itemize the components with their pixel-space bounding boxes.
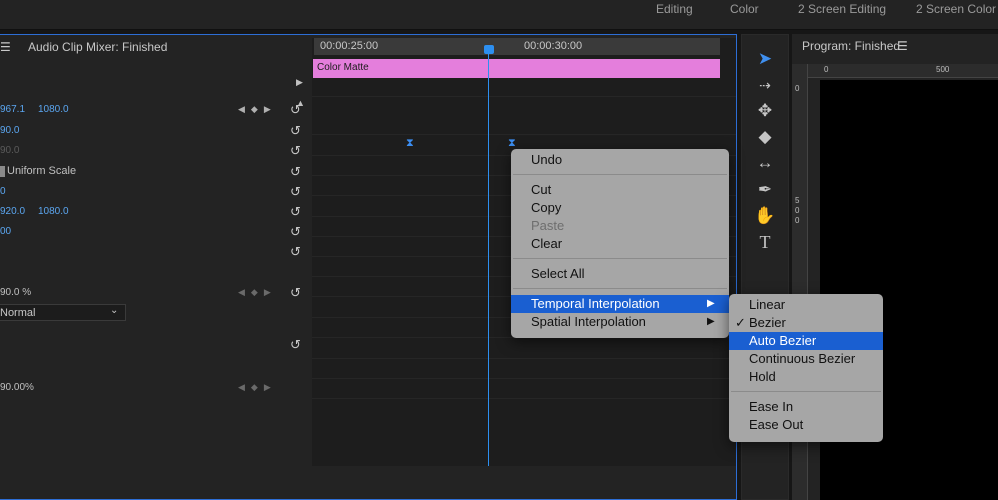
reset-icon[interactable]: ↺ <box>290 204 301 220</box>
uniform-scale-row: Uniform Scale ↺ <box>0 162 311 182</box>
submenu-item-bezier[interactable]: ✓ Bezier <box>729 314 883 332</box>
blend-mode-value: Normal <box>0 307 36 319</box>
speed-value[interactable]: 90.00% <box>0 382 34 393</box>
time-ruler[interactable]: 00:00:25:00 00:00:30:00 <box>314 38 720 55</box>
position-x-value[interactable]: 967.1 <box>0 104 25 115</box>
submenu-item-continuous-bezier[interactable]: Continuous Bezier <box>729 350 883 368</box>
anchor-y-value[interactable]: 1080.0 <box>38 206 69 217</box>
reset-icon[interactable]: ↺ <box>290 285 301 301</box>
submenu-arrow-icon: ▶ <box>707 316 715 327</box>
keyframe-icon[interactable]: ⧗ <box>406 137 414 150</box>
razor-tool-icon[interactable]: ◆ <box>753 127 777 147</box>
uniform-scale-label: Uniform Scale <box>7 165 77 177</box>
blend-mode-select[interactable]: Normal ⌄ <box>0 304 126 321</box>
temporal-interpolation-submenu: Linear ✓ Bezier Auto Bezier Continuous B… <box>729 294 883 442</box>
program-monitor-title[interactable]: Program: Finished <box>802 39 900 53</box>
rotation-row: 0 ↺ <box>0 182 311 202</box>
menu-item-label: Temporal Interpolation <box>531 296 660 311</box>
position-row: 967.1 1080.0 ◀◆▶ ↺ <box>0 100 311 120</box>
track-select-tool-icon[interactable]: ⇢ <box>753 77 777 94</box>
clip-label: Color Matte <box>317 62 369 73</box>
chevron-down-icon: ⌄ <box>110 305 119 316</box>
reset-icon[interactable]: ↺ <box>290 164 301 180</box>
menu-item-label: Spatial Interpolation <box>531 314 646 329</box>
color-matte-clip[interactable]: Color Matte <box>313 59 720 78</box>
time-remap-row: 90.00% ◀◆▶ <box>0 378 311 398</box>
scale-width-value: 90.0 <box>0 145 20 156</box>
keyframe-navigator[interactable]: ◀◆▶ <box>238 287 277 298</box>
submenu-item-ease-in[interactable]: Ease In <box>729 398 883 416</box>
submenu-arrow-icon: ▶ <box>707 298 715 309</box>
submenu-item-linear[interactable]: Linear <box>729 296 883 314</box>
timecode-label: 00:00:30:00 <box>524 40 583 52</box>
menu-item-paste: Paste <box>531 218 565 233</box>
slip-tool-icon[interactable]: ↔ <box>753 153 777 173</box>
panel-title[interactable]: Audio Clip Mixer: Finished <box>28 40 167 54</box>
reset-icon[interactable]: ↺ <box>290 184 301 200</box>
workspace-tab-2-screen-editing[interactable]: 2 Screen Editing <box>798 2 886 16</box>
uniform-scale-checkbox[interactable] <box>0 166 5 177</box>
menu-item-label: Bezier <box>749 315 786 330</box>
reset-icon[interactable]: ↺ <box>290 244 301 260</box>
reset-icon[interactable]: ↺ <box>290 224 301 240</box>
menu-item-select-all[interactable]: Select All <box>511 265 729 283</box>
menu-item-undo[interactable]: Undo <box>511 151 729 169</box>
context-menu: Undo Cut Copy Paste Clear Select All Tem… <box>511 149 729 338</box>
opacity-value[interactable]: 90.0 % <box>0 287 31 298</box>
playhead-handle[interactable] <box>484 45 494 54</box>
reset-icon[interactable]: ↺ <box>290 102 301 118</box>
scale-row: 90.0 ↺ <box>0 121 311 141</box>
menu-item-cut[interactable]: Cut <box>511 181 729 199</box>
selection-tool-icon[interactable]: ➤ <box>753 49 777 69</box>
hand-tool-icon[interactable]: ✋ <box>753 206 777 226</box>
anti-flicker-row: 00 ↺ <box>0 222 311 242</box>
reset-icon[interactable]: ↺ <box>290 123 301 139</box>
menu-item-temporal-interpolation[interactable]: Temporal Interpolation ▶ <box>511 295 729 313</box>
position-y-value[interactable]: 1080.0 <box>38 104 69 115</box>
scale-width-row: 90.0 ↺ <box>0 141 311 161</box>
opacity-row: 90.0 % ◀◆▶ ↺ <box>0 283 311 303</box>
menu-item-spatial-interpolation[interactable]: Spatial Interpolation ▶ <box>511 313 729 331</box>
workspace-tab-2-screen-color[interactable]: 2 Screen Color <box>916 2 996 16</box>
playhead-line[interactable] <box>488 50 489 466</box>
scale-value[interactable]: 90.0 <box>0 125 19 136</box>
menu-item-copy[interactable]: Copy <box>511 199 729 217</box>
crop-row: ↺ <box>0 242 311 262</box>
keyframe-navigator[interactable]: ◀◆▶ <box>238 382 277 393</box>
submenu-item-ease-out[interactable]: Ease Out <box>729 416 883 434</box>
horizontal-ruler: 0 500 <box>808 64 998 78</box>
menu-item-clear[interactable]: Clear <box>511 235 729 253</box>
show-timeline-icon[interactable]: ▶ <box>296 77 303 88</box>
rotation-value[interactable]: 0 <box>0 186 6 197</box>
keyframe-navigator[interactable]: ◀◆▶ <box>238 104 277 115</box>
panel-menu-icon[interactable]: ☰ <box>0 40 11 54</box>
checkmark-icon: ✓ <box>735 315 746 330</box>
panel-menu-icon[interactable]: ☰ <box>897 39 908 53</box>
anchor-point-row: 920.0 1080.0 ↺ <box>0 202 311 222</box>
reset-icon[interactable]: ↺ <box>290 143 301 159</box>
anti-flicker-value[interactable]: 00 <box>0 226 11 237</box>
type-tool-icon[interactable]: T <box>753 232 777 253</box>
ripple-edit-tool-icon[interactable]: ✥ <box>753 101 777 121</box>
timecode-label: 00:00:25:00 <box>320 40 379 52</box>
submenu-item-auto-bezier[interactable]: Auto Bezier <box>729 332 883 350</box>
submenu-item-hold[interactable]: Hold <box>729 368 883 386</box>
reset-icon[interactable]: ↺ <box>290 337 301 353</box>
pen-tool-icon[interactable]: ✒ <box>753 180 777 200</box>
workspace-tab-color[interactable]: Color <box>730 2 759 16</box>
workspace-bar: Editing Color 2 Screen Editing 2 Screen … <box>0 0 998 30</box>
workspace-tab-editing[interactable]: Editing <box>656 2 693 16</box>
anchor-x-value[interactable]: 920.0 <box>0 206 25 217</box>
